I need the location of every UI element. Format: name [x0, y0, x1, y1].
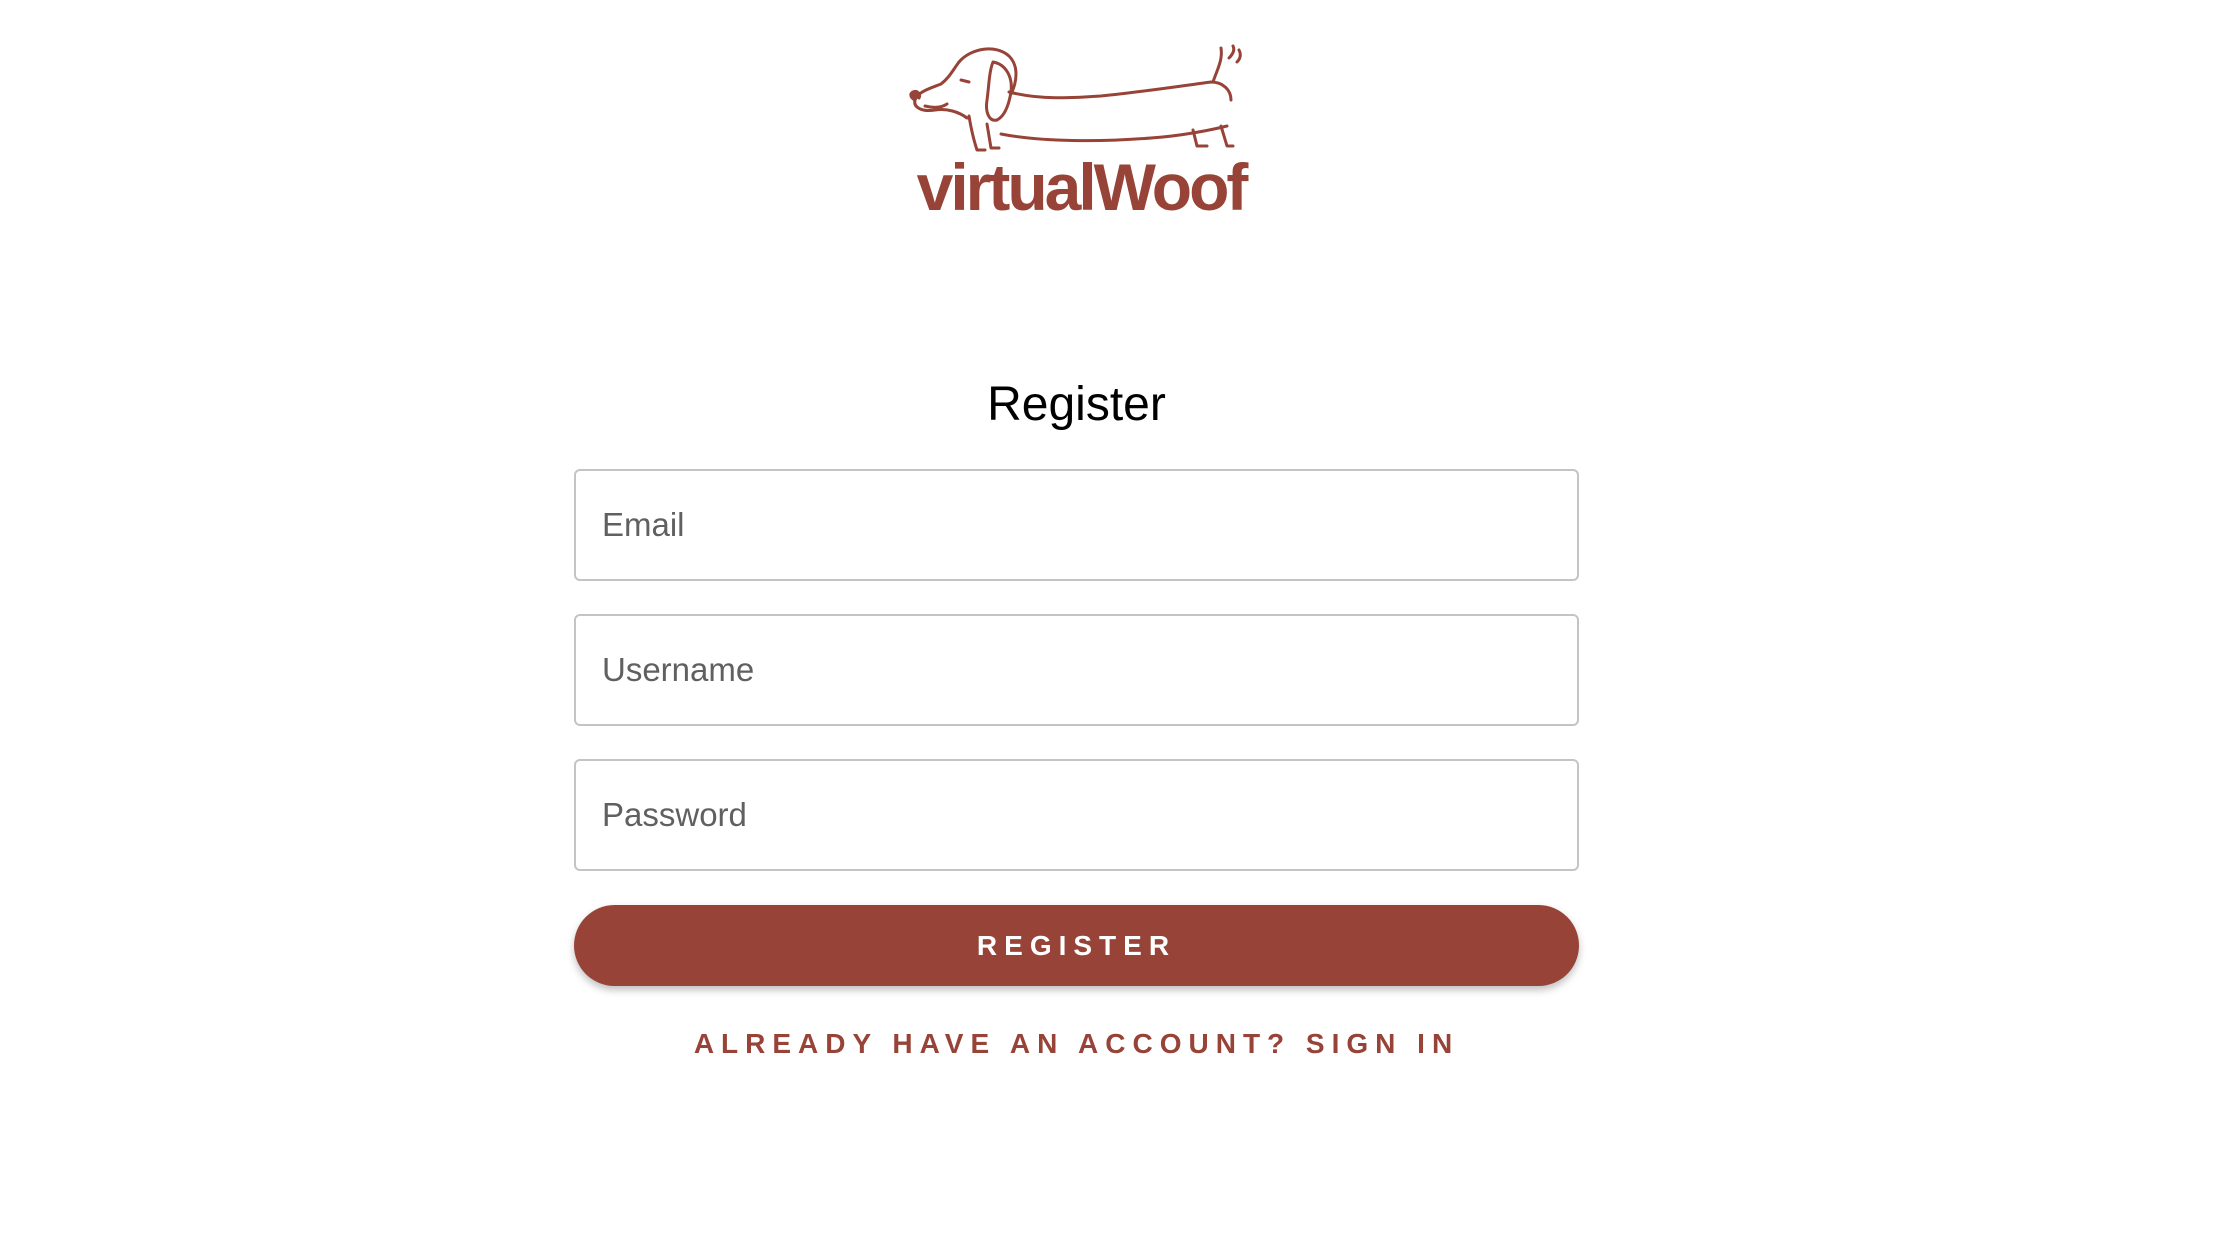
register-button[interactable]: REGISTER	[574, 905, 1579, 986]
register-form: Register Email Username Password REGISTE…	[574, 360, 1579, 1060]
register-page: virtualWoof Register Email Username Pass…	[0, 0, 2222, 1242]
password-placeholder: Password	[602, 796, 747, 833]
email-field[interactable]: Email	[574, 469, 1579, 581]
dachshund-icon	[909, 44, 1242, 152]
app-logo: virtualWoof	[901, 42, 1261, 232]
email-placeholder: Email	[602, 506, 685, 543]
username-placeholder: Username	[602, 651, 755, 688]
sign-in-link[interactable]: ALREADY HAVE AN ACCOUNT? SIGN IN	[574, 1028, 1579, 1060]
password-field[interactable]: Password	[574, 759, 1579, 871]
page-title: Register	[987, 378, 1166, 431]
username-field[interactable]: Username	[574, 614, 1579, 726]
logo-wordmark: virtualWoof	[916, 150, 1249, 224]
